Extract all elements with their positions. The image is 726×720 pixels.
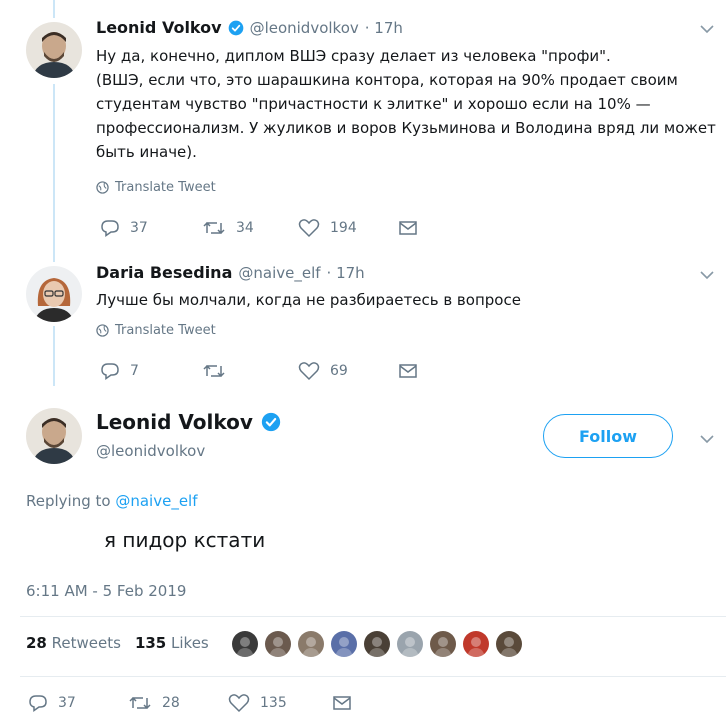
avatar-photo-icon xyxy=(26,266,82,322)
like-count: 194 xyxy=(330,220,357,236)
liker-avatar[interactable] xyxy=(430,631,456,657)
chevron-down-icon[interactable] xyxy=(700,22,714,38)
tweet-text-line: профессионализм. У жуликов и воров Кузьм… xyxy=(96,119,716,137)
avatar[interactable] xyxy=(26,266,82,322)
liker-avatars xyxy=(232,631,522,657)
avatar-photo-icon xyxy=(26,408,82,464)
reply-count: 37 xyxy=(58,695,76,711)
liker-avatar[interactable] xyxy=(265,631,291,657)
verified-badge-icon xyxy=(261,412,281,432)
retweet-count: 34 xyxy=(236,220,254,236)
chevron-down-icon[interactable] xyxy=(700,268,714,284)
replying-prefix: Replying to xyxy=(26,492,111,510)
retweets-count: 28 xyxy=(26,634,47,652)
avatar-photo-icon xyxy=(26,22,82,78)
liker-avatar[interactable] xyxy=(397,631,423,657)
retweet-icon xyxy=(203,364,225,378)
globe-icon xyxy=(96,324,109,337)
globe-icon xyxy=(96,181,109,194)
divider xyxy=(20,616,726,617)
translate-label: Translate Tweet xyxy=(115,323,216,338)
reply-icon xyxy=(29,695,47,712)
envelope-icon xyxy=(399,221,417,235)
liker-avatar[interactable] xyxy=(496,631,522,657)
author-name[interactable]: Leonid Volkov xyxy=(96,410,253,434)
follow-button[interactable]: Follow xyxy=(543,414,673,458)
tweet-timestamp[interactable]: 6:11 AM - 5 Feb 2019 xyxy=(26,582,186,600)
likes-label: Likes xyxy=(171,634,209,652)
retweet-icon xyxy=(129,696,151,710)
tweet-text-line: студентам чувство "причастности к элитке… xyxy=(96,95,651,113)
envelope-icon xyxy=(399,364,417,378)
tweet-text-line: (ВШЭ, если что, это шарашкина контора, к… xyxy=(96,71,678,89)
translate-label: Translate Tweet xyxy=(115,180,216,195)
verified-badge-icon xyxy=(228,20,243,35)
translate-link[interactable]: Translate Tweet xyxy=(96,180,216,195)
author-name[interactable]: Leonid Volkov xyxy=(96,18,222,37)
reply-icon xyxy=(101,363,119,380)
retweet-icon xyxy=(203,221,225,235)
heart-icon xyxy=(228,694,250,713)
retweet-button[interactable]: 34 xyxy=(202,219,298,237)
heart-icon xyxy=(298,362,320,381)
direct-message-button[interactable] xyxy=(398,220,418,236)
author-handle[interactable]: @naive_elf xyxy=(238,264,320,282)
chevron-down-icon[interactable] xyxy=(700,432,714,448)
replying-handle-link[interactable]: @naive_elf xyxy=(115,492,197,510)
liker-avatar[interactable] xyxy=(364,631,390,657)
envelope-icon xyxy=(333,696,351,710)
like-button[interactable]: 135 xyxy=(228,693,332,713)
direct-message-button[interactable] xyxy=(332,695,352,711)
likes-count: 135 xyxy=(134,634,167,652)
liker-avatar[interactable] xyxy=(232,631,258,657)
reply-count: 37 xyxy=(130,220,148,236)
retweets-stat[interactable]: 28 Retweets xyxy=(26,634,121,652)
tweet-time[interactable]: · 17h xyxy=(365,19,403,37)
direct-message-button[interactable] xyxy=(398,363,418,379)
translate-link[interactable]: Translate Tweet xyxy=(96,323,216,338)
author-handle[interactable]: @leonidvolkov xyxy=(250,19,359,37)
reply-button[interactable]: 37 xyxy=(28,694,128,712)
tweet-text: Лучше бы молчали, когда не разбираетесь … xyxy=(96,291,521,309)
reply-button[interactable]: 7 xyxy=(100,362,202,380)
heart-icon xyxy=(298,219,320,238)
retweet-count: 28 xyxy=(162,695,180,711)
thread-line xyxy=(53,84,55,262)
avatar[interactable] xyxy=(26,22,82,78)
replying-to: Replying to @naive_elf xyxy=(26,492,198,510)
liker-avatar[interactable] xyxy=(463,631,489,657)
reply-count: 7 xyxy=(130,363,139,379)
retweets-label: Retweets xyxy=(51,634,121,652)
reply-icon xyxy=(101,220,119,237)
thread-line xyxy=(53,326,55,386)
retweet-button[interactable] xyxy=(202,362,298,380)
author-handle[interactable]: @leonidvolkov xyxy=(96,442,205,460)
author-name[interactable]: Daria Besedina xyxy=(96,263,232,282)
liker-avatar[interactable] xyxy=(331,631,357,657)
retweet-button[interactable]: 28 xyxy=(128,694,228,712)
divider xyxy=(20,676,726,677)
tweet-time[interactable]: · 17h xyxy=(327,264,365,282)
like-count: 69 xyxy=(330,363,348,379)
like-button[interactable]: 194 xyxy=(298,218,398,238)
tweet-text-line: быть иначе). xyxy=(96,143,197,161)
liker-avatar[interactable] xyxy=(298,631,324,657)
tweet-text: я пидор кстати xyxy=(104,528,266,552)
engagement-stats: 28 Retweets 135 Likes xyxy=(26,634,209,652)
thread-line xyxy=(53,0,55,18)
like-count: 135 xyxy=(260,695,287,711)
reply-button[interactable]: 37 xyxy=(100,219,202,237)
avatar[interactable] xyxy=(26,408,82,464)
tweet-text-line: Ну да, конечно, диплом ВШЭ сразу делает … xyxy=(96,47,611,65)
tweet-text: Ну да, конечно, диплом ВШЭ сразу делает … xyxy=(96,44,716,164)
like-button[interactable]: 69 xyxy=(298,361,398,381)
likes-stat[interactable]: 135 Likes xyxy=(135,634,209,652)
